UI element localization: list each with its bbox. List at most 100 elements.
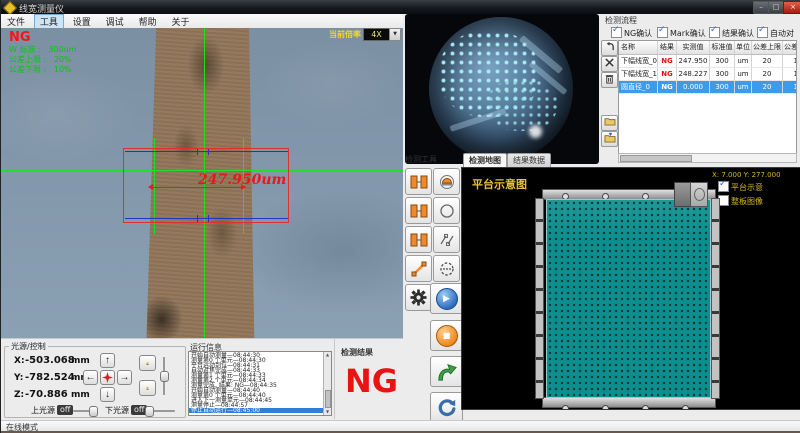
table-hscrollbar[interactable] xyxy=(618,153,797,163)
arrow-down-icon: ↓ xyxy=(105,389,110,400)
settings-tool[interactable] xyxy=(405,284,432,311)
scope-view[interactable] xyxy=(429,17,573,161)
run-button[interactable]: ▶ xyxy=(430,283,463,314)
goto-button[interactable] xyxy=(430,356,463,387)
checkbox-ng-confirm[interactable]: ✓NG确认 xyxy=(611,27,652,39)
load-file-button[interactable] xyxy=(601,115,618,131)
close-button[interactable]: × xyxy=(783,1,800,14)
table-row[interactable]: 下幅线宽_0NG247.950300um2010% xyxy=(619,55,796,68)
axis-z-label: Z: xyxy=(14,390,24,400)
measure-width-tool[interactable] xyxy=(405,168,432,195)
table-row-selected[interactable]: 圆直径_0NG0.000300um2010% xyxy=(619,81,796,94)
scroll-down-icon[interactable]: ▼ xyxy=(324,409,331,415)
titlebar[interactable]: 线宽测量仪 – □ × xyxy=(1,0,800,14)
clear-all-button[interactable] xyxy=(601,72,618,88)
checkbox-platform-view[interactable]: ✓平台示意 xyxy=(718,181,763,193)
maximize-button[interactable]: □ xyxy=(768,1,784,14)
cell-measured: 0.000 xyxy=(677,81,710,93)
tab-detect-map[interactable]: 检测地图 xyxy=(463,153,507,167)
cell-lower: 10 xyxy=(783,81,797,93)
checkbox-board-image[interactable]: 整板图像 xyxy=(718,195,763,207)
run-log[interactable]: 开始自动测量—08:44:30 测量第0 个单元—08:44:30 平台运动到位… xyxy=(188,351,332,416)
refresh-icon xyxy=(437,398,457,418)
menu-about[interactable]: 关于 xyxy=(165,14,195,29)
undo-button[interactable] xyxy=(601,40,618,56)
light-glare xyxy=(529,125,542,138)
dashed-circle-tool[interactable] xyxy=(433,255,460,282)
z-slider-thumb[interactable] xyxy=(160,371,169,382)
jog-up-button[interactable]: ↑ xyxy=(100,353,115,368)
camera-view[interactable]: 247.950um NG W 标准 : 300um 公差上限 : 20% 公差下… xyxy=(1,28,403,338)
reset-button[interactable] xyxy=(430,392,463,423)
cell-result: NG xyxy=(658,81,677,93)
minimize-button[interactable]: – xyxy=(753,1,769,14)
mark-tool[interactable] xyxy=(433,168,460,195)
col-header[interactable]: 实测值 xyxy=(677,41,710,54)
magnification-value[interactable]: 4X xyxy=(363,28,390,41)
close-icon: × xyxy=(790,3,796,11)
axis-y-label: Y: xyxy=(14,373,23,383)
col-header[interactable]: 标准值 xyxy=(710,41,735,54)
top-light-state[interactable]: off xyxy=(57,405,73,415)
col-header[interactable]: 公差上限 xyxy=(752,41,783,54)
col-header[interactable]: 公差下限 xyxy=(783,41,797,54)
measure-width2-tool[interactable] xyxy=(405,197,432,224)
checkbox-box: ✓ xyxy=(657,27,668,38)
stop-button[interactable]: ■ xyxy=(430,320,463,351)
menu-help[interactable]: 帮助 xyxy=(133,14,163,29)
col-header[interactable]: 单位 xyxy=(735,41,752,54)
col-header[interactable]: 名称 xyxy=(619,41,658,54)
top-light-thumb[interactable] xyxy=(89,406,98,417)
jog-left-button[interactable]: ← xyxy=(83,370,98,385)
line-angle-tool[interactable] xyxy=(433,226,460,253)
process-title: 检测流程 xyxy=(605,15,637,26)
check-icon: ✓ xyxy=(710,25,718,35)
folder-open-icon xyxy=(604,116,616,126)
scrollbar-thumb[interactable] xyxy=(325,390,331,408)
platform-board[interactable] xyxy=(546,199,711,398)
log-vscrollbar[interactable]: ▲ ▼ xyxy=(323,352,331,415)
folder-export-icon xyxy=(604,132,616,143)
map-tabbar: 检测地图结果数据 xyxy=(463,153,593,167)
measurement-table[interactable]: 名称结果实测值标准值单位公差上限公差下限 下幅线宽_0NG247.950300u… xyxy=(618,40,797,154)
circle-tool[interactable] xyxy=(433,197,460,224)
jog-right-button[interactable]: → xyxy=(117,370,132,385)
measure-width3-tool[interactable] xyxy=(405,226,432,253)
cell-name: 下幅线宽_0 xyxy=(619,55,658,67)
table-row[interactable]: 下幅线宽_1NG248.227300um2010% xyxy=(619,68,796,81)
menu-debug[interactable]: 调试 xyxy=(100,14,130,29)
home-star-icon xyxy=(102,372,113,383)
menu-tools[interactable]: 工具 xyxy=(34,14,64,29)
checkbox-mark-confirm[interactable]: ✓Mark确认 xyxy=(657,27,706,39)
tools-title: 检测工具 xyxy=(405,154,437,165)
col-header[interactable]: 结果 xyxy=(658,41,677,54)
arrow-right-icon: → xyxy=(120,372,130,383)
check-icon: ✓ xyxy=(612,25,620,35)
delete-item-button[interactable] xyxy=(601,56,618,72)
jog-home-button[interactable] xyxy=(100,370,115,385)
z-down-button[interactable] xyxy=(139,380,156,396)
top-light-label: 上光源 xyxy=(31,405,55,416)
magnification-dropdown[interactable]: ▼ xyxy=(389,28,401,41)
jog-down-button[interactable]: ↓ xyxy=(100,387,115,402)
menu-file[interactable]: 文件 xyxy=(1,14,31,29)
z-up-button[interactable] xyxy=(139,355,156,371)
width-measure-icon xyxy=(410,174,428,190)
menu-settings[interactable]: 设置 xyxy=(67,14,97,29)
bottom-light-thumb[interactable] xyxy=(145,406,154,417)
diagonal-measure-tool[interactable] xyxy=(405,255,432,282)
tab-result-data[interactable]: 结果数据 xyxy=(507,153,551,167)
arrow-left-icon: ← xyxy=(86,372,96,383)
scrollbar-thumb[interactable] xyxy=(620,155,692,162)
checkbox-result-confirm[interactable]: ✓结果确认 xyxy=(709,27,754,39)
checkbox-box: ✓ xyxy=(718,181,729,192)
scroll-up-icon[interactable]: ▲ xyxy=(324,352,331,358)
z-down-icon xyxy=(146,382,149,395)
angle-line-icon xyxy=(439,232,455,248)
gear-icon xyxy=(410,289,427,306)
export-file-button[interactable] xyxy=(601,131,618,147)
platform-map[interactable]: 平台示意图 X: 7.000 Y: 277.000 ✓平台示意 整板图像 xyxy=(461,167,800,410)
cell-name: 下幅线宽_1 xyxy=(619,68,658,80)
app-window: 线宽测量仪 – □ × 文件 工具 设置 调试 帮助 关于 247.950um … xyxy=(0,0,800,433)
jump-arrow-icon xyxy=(436,362,458,382)
